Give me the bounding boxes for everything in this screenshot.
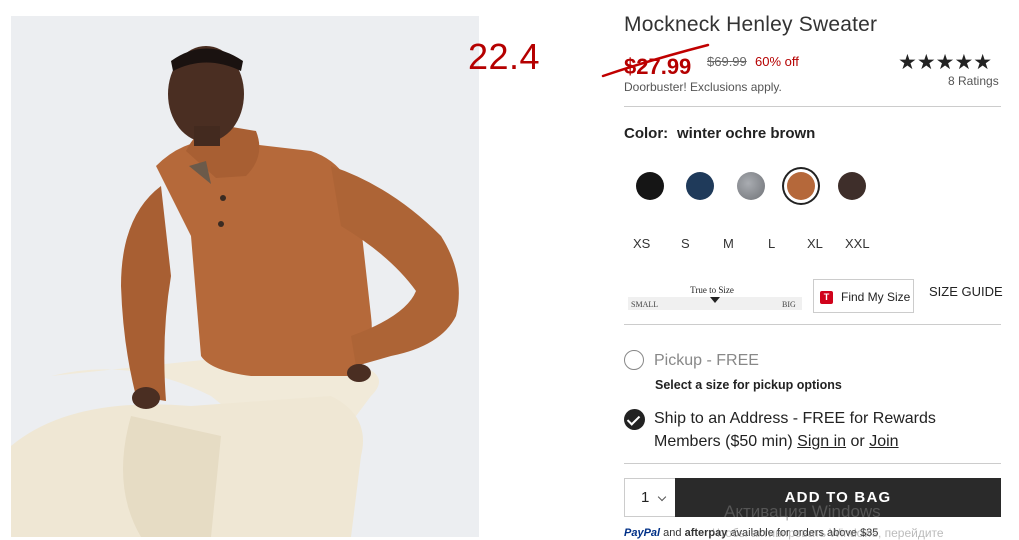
color-label: Color: [624, 125, 669, 142]
original-price: $69.99 [707, 54, 747, 69]
ship-to-address-label[interactable]: Ship to an Address - FREE for Rewards [654, 410, 936, 428]
color-swatch-grey[interactable] [737, 172, 765, 200]
ratings-count[interactable]: 8 Ratings [948, 74, 999, 88]
strike-through-mark [601, 43, 710, 78]
paypal-logo: PayPal [624, 527, 661, 539]
pickup-note: Select a size for pickup options [655, 378, 842, 392]
fit-big-label: BIG [782, 300, 796, 309]
divider [624, 463, 1001, 464]
size-option-s[interactable]: S [681, 236, 690, 251]
size-guide-link[interactable]: SIZE GUIDE [929, 284, 1003, 299]
true-fit-logo-icon: T [820, 291, 833, 304]
color-swatch-dark-brown[interactable] [838, 172, 866, 200]
color-swatch-ochre-brown[interactable] [787, 172, 815, 200]
quantity-value: 1 [641, 489, 650, 506]
fit-marker-icon [710, 297, 720, 303]
product-image[interactable] [11, 16, 479, 537]
join-link[interactable]: Join [869, 433, 898, 450]
rating-stars-icon[interactable]: ★★★★★ [898, 50, 992, 75]
sign-in-link[interactable]: Sign in [797, 433, 846, 450]
model-photo [11, 16, 479, 537]
or-text: or [850, 433, 865, 450]
product-title: Mockneck Henley Sweater [624, 13, 878, 36]
divider [624, 106, 1001, 107]
windows-activation-subtext: Чтобы активировать Windows, перейдите [712, 526, 944, 540]
size-option-xl[interactable]: XL [807, 236, 823, 251]
ship-rewards-line: Members ($50 min) Sign in or Join [654, 433, 899, 451]
promo-note: Doorbuster! Exclusions apply. [624, 80, 782, 94]
quantity-select[interactable] [624, 478, 676, 517]
pickup-radio[interactable] [624, 350, 644, 370]
color-swatch-black[interactable] [636, 172, 664, 200]
size-option-xxl[interactable]: XXL [845, 236, 870, 251]
windows-activation-watermark: Активация Windows [724, 502, 881, 521]
pickup-label[interactable]: Pickup - FREE [654, 352, 759, 370]
find-my-size-label: Find My Size [841, 290, 911, 304]
size-option-l[interactable]: L [768, 236, 775, 251]
size-option-m[interactable]: M [723, 236, 734, 251]
payments-and: and [663, 527, 682, 539]
selected-color-name: winter ochre brown [677, 125, 816, 142]
fit-label: True to Size [690, 285, 734, 295]
ship-min-text: Members ($50 min) [654, 433, 793, 450]
size-option-xs[interactable]: XS [633, 236, 650, 251]
discount-percent: 60% off [755, 54, 799, 69]
fit-small-label: SMALL [631, 300, 659, 309]
color-swatch-navy[interactable] [686, 172, 714, 200]
divider [624, 324, 1001, 325]
overlay-annotation: 22.4 [468, 36, 541, 77]
